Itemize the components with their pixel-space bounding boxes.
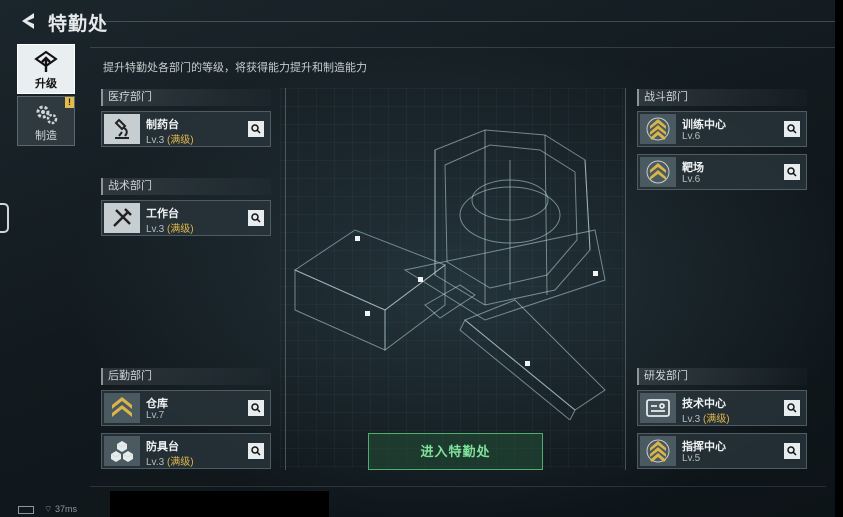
tab-upgrade[interactable]: 升级	[17, 44, 75, 94]
search-icon[interactable]	[248, 121, 264, 137]
enter-facility-button[interactable]: 进入特勤处	[368, 433, 543, 470]
tab-upgrade-label: 升级	[35, 78, 57, 90]
ping-value: 37ms	[54, 504, 77, 514]
facility-level: Lv.3 (满级)	[146, 224, 194, 235]
section-combat-title: 战斗部门	[637, 89, 807, 106]
microscope-icon	[104, 114, 140, 144]
title-divider	[96, 21, 836, 22]
tools-icon	[104, 203, 140, 233]
facility-name: 工作台	[146, 208, 179, 220]
upgrade-icon	[34, 50, 58, 72]
facility-card-armor-bench[interactable]: 防具台 Lv.3 (满级)	[101, 433, 271, 469]
frame-line-bottom	[90, 486, 826, 487]
wifi-icon: ⌔	[44, 504, 53, 514]
search-icon[interactable]	[784, 121, 800, 137]
search-icon[interactable]	[784, 164, 800, 180]
chevron-rank-icon	[640, 436, 676, 466]
redacted-area	[110, 491, 329, 517]
facility-name: 靶场	[682, 162, 704, 174]
facility-name: 制药台	[146, 119, 179, 131]
facility-level: Lv.3 (满级)	[146, 457, 194, 468]
facility-card-command-center[interactable]: 指挥中心 Lv.5	[637, 433, 807, 469]
section-logistics-title: 后勤部门	[101, 368, 271, 385]
search-icon[interactable]	[248, 400, 264, 416]
facility-blueprint	[293, 129, 606, 420]
search-icon[interactable]	[784, 400, 800, 416]
page-subtitle: 提升特勤处各部门的等级，将获得能力提升和制造能力	[103, 62, 367, 74]
back-arrow-icon[interactable]	[18, 11, 40, 31]
facility-name: 训练中心	[682, 119, 726, 131]
facility-name: 技术中心	[682, 398, 726, 410]
side-drawer-handle[interactable]	[0, 203, 9, 233]
facility-card-pharmacy[interactable]: 制药台 Lv.3 (满级)	[101, 111, 271, 147]
notification-badge: !	[65, 97, 74, 108]
facility-card-workbench[interactable]: 工作台 Lv.3 (满级)	[101, 200, 271, 236]
cubes-icon	[104, 436, 140, 466]
tab-craft-label: 制造	[35, 130, 57, 142]
search-icon[interactable]	[784, 443, 800, 459]
facility-level: Lv.6	[682, 131, 701, 142]
facility-card-training-center[interactable]: 训练中心 Lv.6	[637, 111, 807, 147]
section-research-title: 研发部门	[637, 368, 807, 385]
facility-level: Lv.7	[146, 410, 165, 421]
chevron-rank-icon	[640, 157, 676, 187]
facility-card-warehouse[interactable]: 仓库 Lv.7	[101, 390, 271, 426]
chevron-rank-icon	[104, 393, 140, 423]
facility-level: Lv.5	[682, 453, 701, 464]
facility-name: 仓库	[146, 398, 168, 410]
battery-icon	[18, 505, 34, 514]
screen-edge	[835, 0, 843, 517]
header-divider	[90, 47, 836, 48]
facility-level: Lv.3 (满级)	[146, 135, 194, 146]
facility-level: Lv.3 (满级)	[682, 414, 730, 425]
frame-line-right	[625, 88, 626, 470]
page-title: 特勤处	[48, 14, 109, 35]
tech-panel-icon	[640, 393, 676, 423]
status-bar: ⌔ 37ms	[18, 504, 77, 515]
search-icon[interactable]	[248, 443, 264, 459]
facility-card-tech-center[interactable]: 技术中心 Lv.3 (满级)	[637, 390, 807, 426]
facility-name: 防具台	[146, 441, 179, 453]
facility-level: Lv.6	[682, 174, 701, 185]
section-medical-title: 医疗部门	[101, 89, 271, 106]
gears-icon	[36, 105, 58, 125]
facility-name: 指挥中心	[682, 441, 726, 453]
tab-craft[interactable]: ! 制造	[17, 96, 75, 146]
chevron-rank-icon	[640, 114, 676, 144]
section-tactical-title: 战术部门	[101, 178, 271, 195]
facility-card-shooting-range[interactable]: 靶场 Lv.6	[637, 154, 807, 190]
frame-line-left	[285, 88, 286, 470]
search-icon[interactable]	[248, 210, 264, 226]
